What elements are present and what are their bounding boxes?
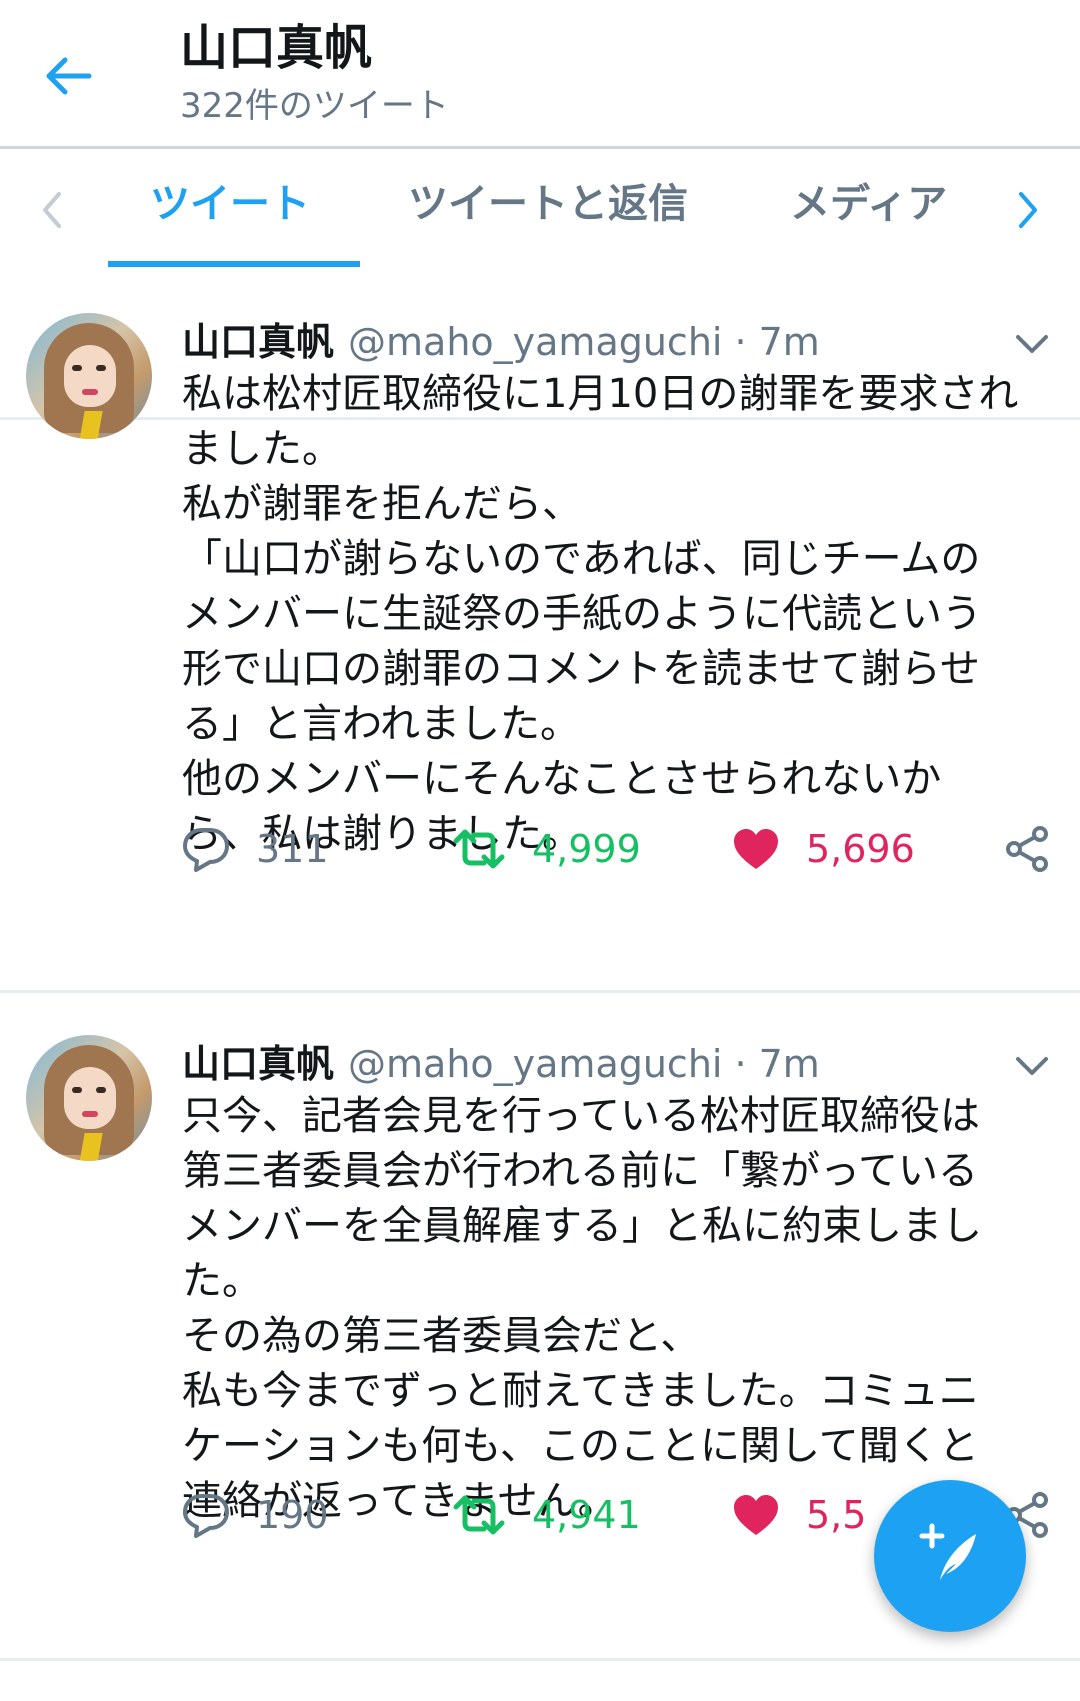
retweet-count: 4,999: [532, 827, 641, 871]
tweet-header: 山口真帆 @maho_yamaguchi · 7m: [182, 1033, 820, 1093]
tweet-timestamp[interactable]: 7m: [759, 320, 820, 364]
like-button[interactable]: 5,5: [732, 1485, 866, 1545]
avatar-eye: [96, 1087, 106, 1093]
tabs-scroll-left-button[interactable]: [22, 175, 82, 245]
tab-tweets-and-replies[interactable]: ツイートと返信: [408, 169, 688, 239]
heart-icon: [734, 1495, 778, 1535]
retweet-button[interactable]: 4,941: [452, 1485, 641, 1545]
tab-tweets[interactable]: ツイート: [150, 169, 310, 239]
share-icon: [1006, 826, 1048, 872]
arrow-left-icon: [46, 57, 92, 95]
tab-media[interactable]: メディア: [790, 169, 947, 239]
tweet-handle[interactable]: @maho_yamaguchi: [348, 320, 722, 364]
tweet-header: 山口真帆 @maho_yamaguchi · 7m: [182, 311, 820, 371]
chevron-right-icon: [1019, 192, 1037, 228]
tweet-text-line: 形で山口の謝罪のコメントを読ませて謝らせ: [182, 646, 980, 692]
tweet-handle[interactable]: @maho_yamaguchi: [348, 1042, 722, 1086]
compose-tweet-button[interactable]: [874, 1480, 1026, 1632]
reply-button[interactable]: 190: [182, 1485, 329, 1545]
reply-icon: [183, 1494, 229, 1538]
tweet-actions: 311 4,999 5,696: [0, 819, 1080, 879]
avatar-face: [64, 345, 116, 407]
reply-button[interactable]: 311: [182, 819, 329, 879]
avatar-eye: [72, 365, 82, 371]
compose-tweet-icon: [919, 1523, 976, 1580]
retweet-button[interactable]: 4,999: [452, 819, 641, 879]
profile-name-title: 山口真帆: [180, 20, 373, 76]
tweet-count: 322件のツイート: [180, 86, 449, 126]
like-count: 5,5: [806, 1493, 867, 1537]
tweet[interactable]: 山口真帆 @maho_yamaguchi · 7m 私は松村匠取締役に1月10日…: [0, 271, 1080, 991]
chevron-down-icon: [1016, 1057, 1048, 1075]
reply-count: 190: [256, 1493, 329, 1537]
reply-count: 311: [256, 827, 329, 871]
chevron-down-icon: [1016, 335, 1048, 353]
retweet-icon: [453, 829, 505, 869]
profile-header: 山口真帆 322件のツイート: [0, 0, 1080, 149]
tweet-display-name[interactable]: 山口真帆: [182, 311, 334, 366]
active-tab-indicator: [108, 261, 360, 267]
avatar-tie: [79, 411, 103, 439]
avatar-tie: [79, 1133, 103, 1161]
tweet-text-line: 私が謝罪を拒んだら、: [182, 481, 582, 527]
tweet-text-line: 私は松村匠取締役に1月10日の謝罪を要求され: [182, 371, 1019, 417]
tweet-text-line: ケーションも何も、このことに関して聞くと: [182, 1423, 979, 1469]
tweet-text-line: メンバーに生誕祭の手紙のように代読という: [182, 591, 982, 637]
avatar-eye: [96, 365, 106, 371]
tweet-text: 只今、記者会見を行っている松村匠取締役は 第三者委員会が行われる前に「繋がってい…: [182, 1089, 1062, 1529]
reply-icon: [183, 828, 229, 872]
tweet-text-line: 只今、記者会見を行っている松村匠取締役は: [182, 1093, 980, 1139]
avatar-lips: [82, 1111, 98, 1117]
tweet-separator: ·: [734, 320, 747, 364]
tabs-scroll-right-button[interactable]: [998, 175, 1058, 245]
tweet-text-line: た。: [182, 1258, 262, 1304]
tweet-text-line: 「山口が謝らないのであれば、同じチームの: [182, 536, 981, 582]
tweet-text-line: その為の第三者委員会だと、: [182, 1313, 701, 1359]
avatar[interactable]: [26, 313, 152, 439]
tweet-menu-button[interactable]: [1010, 1043, 1054, 1087]
tweet-separator: ·: [734, 1042, 747, 1086]
retweet-count: 4,941: [532, 1493, 641, 1537]
avatar-face: [64, 1067, 116, 1129]
tweet-menu-button[interactable]: [1010, 321, 1054, 365]
heart-icon: [734, 829, 778, 869]
tweet-text-line: る」と言われました。: [182, 701, 580, 747]
tweet-text-line: 私も今までずっと耐えてきました。コミュニ: [182, 1368, 979, 1414]
profile-tabs: ツイート ツイートと返信 メディア: [0, 149, 1080, 420]
tweet-text: 私は松村匠取締役に1月10日の謝罪を要求され ました。 私が謝罪を拒んだら、 「…: [182, 367, 1062, 862]
avatar[interactable]: [26, 1035, 152, 1161]
tweet-text-line: 他のメンバーにそんなことさせられないか: [182, 756, 942, 802]
tweet-display-name[interactable]: 山口真帆: [182, 1033, 334, 1088]
retweet-icon: [453, 1495, 505, 1535]
tweet-text-line: ました。: [182, 426, 342, 472]
like-button[interactable]: 5,696: [732, 819, 915, 879]
avatar-eye: [72, 1087, 82, 1093]
tweet-timestamp[interactable]: 7m: [759, 1042, 820, 1086]
share-button[interactable]: [1004, 819, 1050, 879]
tweet-text-line: メンバーを全員解雇する」と私に約束しまし: [182, 1203, 982, 1249]
tweet-divider: [0, 1658, 1080, 1661]
tweet-text-line: 第三者委員会が行われる前に「繋がっている: [182, 1148, 978, 1194]
back-button[interactable]: [40, 48, 96, 104]
avatar-lips: [82, 389, 98, 395]
like-count: 5,696: [806, 827, 915, 871]
chevron-left-icon: [43, 192, 61, 228]
